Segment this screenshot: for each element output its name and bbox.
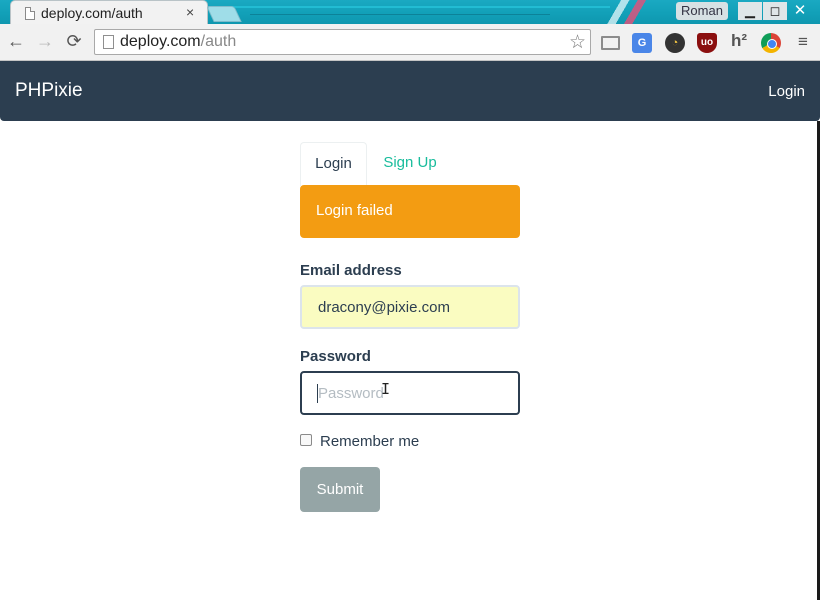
- url-host: deploy.com: [120, 33, 201, 50]
- close-tab-icon[interactable]: ×: [186, 4, 194, 20]
- titlebar-decoration: [230, 6, 610, 8]
- google-translate-icon[interactable]: G: [632, 33, 652, 53]
- tab-login[interactable]: Login: [300, 142, 367, 186]
- remember-me-checkbox[interactable]: [300, 434, 312, 446]
- speed-dial-icon[interactable]: ◔: [665, 33, 685, 53]
- browser-tab[interactable]: deploy.com/auth ×: [10, 0, 208, 24]
- titlebar-decoration: [590, 0, 680, 24]
- h2-extension-icon[interactable]: h²: [729, 31, 749, 51]
- reload-button[interactable]: ⟳: [63, 30, 85, 52]
- site-navbar: PHPixie Login: [0, 61, 820, 121]
- tab-sign-up[interactable]: Sign Up: [367, 142, 453, 186]
- submit-button[interactable]: Submit: [300, 467, 380, 512]
- maximize-button[interactable]: ◻: [763, 2, 787, 20]
- cast-icon[interactable]: [601, 36, 620, 50]
- url-path: /auth: [200, 33, 237, 50]
- forward-button[interactable]: →: [34, 30, 56, 52]
- page-icon: [25, 7, 35, 20]
- email-field[interactable]: [300, 285, 520, 329]
- profile-button[interactable]: Roman: [676, 2, 728, 20]
- chrome-extension-icon[interactable]: [761, 33, 781, 53]
- new-tab-button[interactable]: [206, 6, 242, 22]
- browser-titlebar: deploy.com/auth × Roman ▁ ◻ ✕: [0, 0, 820, 24]
- page-icon: [103, 35, 114, 49]
- auth-tabs: Login Sign Up: [300, 142, 520, 186]
- minimize-button[interactable]: ▁: [738, 2, 762, 20]
- email-label: Email address: [300, 262, 402, 279]
- back-button[interactable]: ←: [5, 30, 27, 52]
- titlebar-decoration: [250, 14, 550, 15]
- tab-title: deploy.com/auth: [41, 5, 143, 21]
- nav-login-link[interactable]: Login: [768, 83, 805, 100]
- ublock-icon[interactable]: uo: [697, 33, 717, 53]
- url-text[interactable]: deploy.com/auth: [120, 33, 236, 51]
- address-bar[interactable]: deploy.com/auth ☆: [94, 29, 591, 55]
- browser-toolbar: ← → ⟳ deploy.com/auth ☆ G ◔ uo h² ≡: [0, 24, 820, 61]
- password-label: Password: [300, 348, 371, 365]
- bookmark-star-icon[interactable]: ☆: [569, 31, 586, 54]
- password-field[interactable]: [300, 371, 520, 415]
- text-caret: [317, 384, 318, 403]
- browser-menu-icon[interactable]: ≡: [793, 32, 813, 52]
- mouse-ibeam-cursor-icon: I: [381, 380, 391, 398]
- remember-me-label[interactable]: Remember me: [320, 433, 419, 450]
- brand-link[interactable]: PHPixie: [15, 80, 83, 102]
- close-window-button[interactable]: ✕: [788, 2, 812, 20]
- login-failed-alert: Login failed: [300, 185, 520, 238]
